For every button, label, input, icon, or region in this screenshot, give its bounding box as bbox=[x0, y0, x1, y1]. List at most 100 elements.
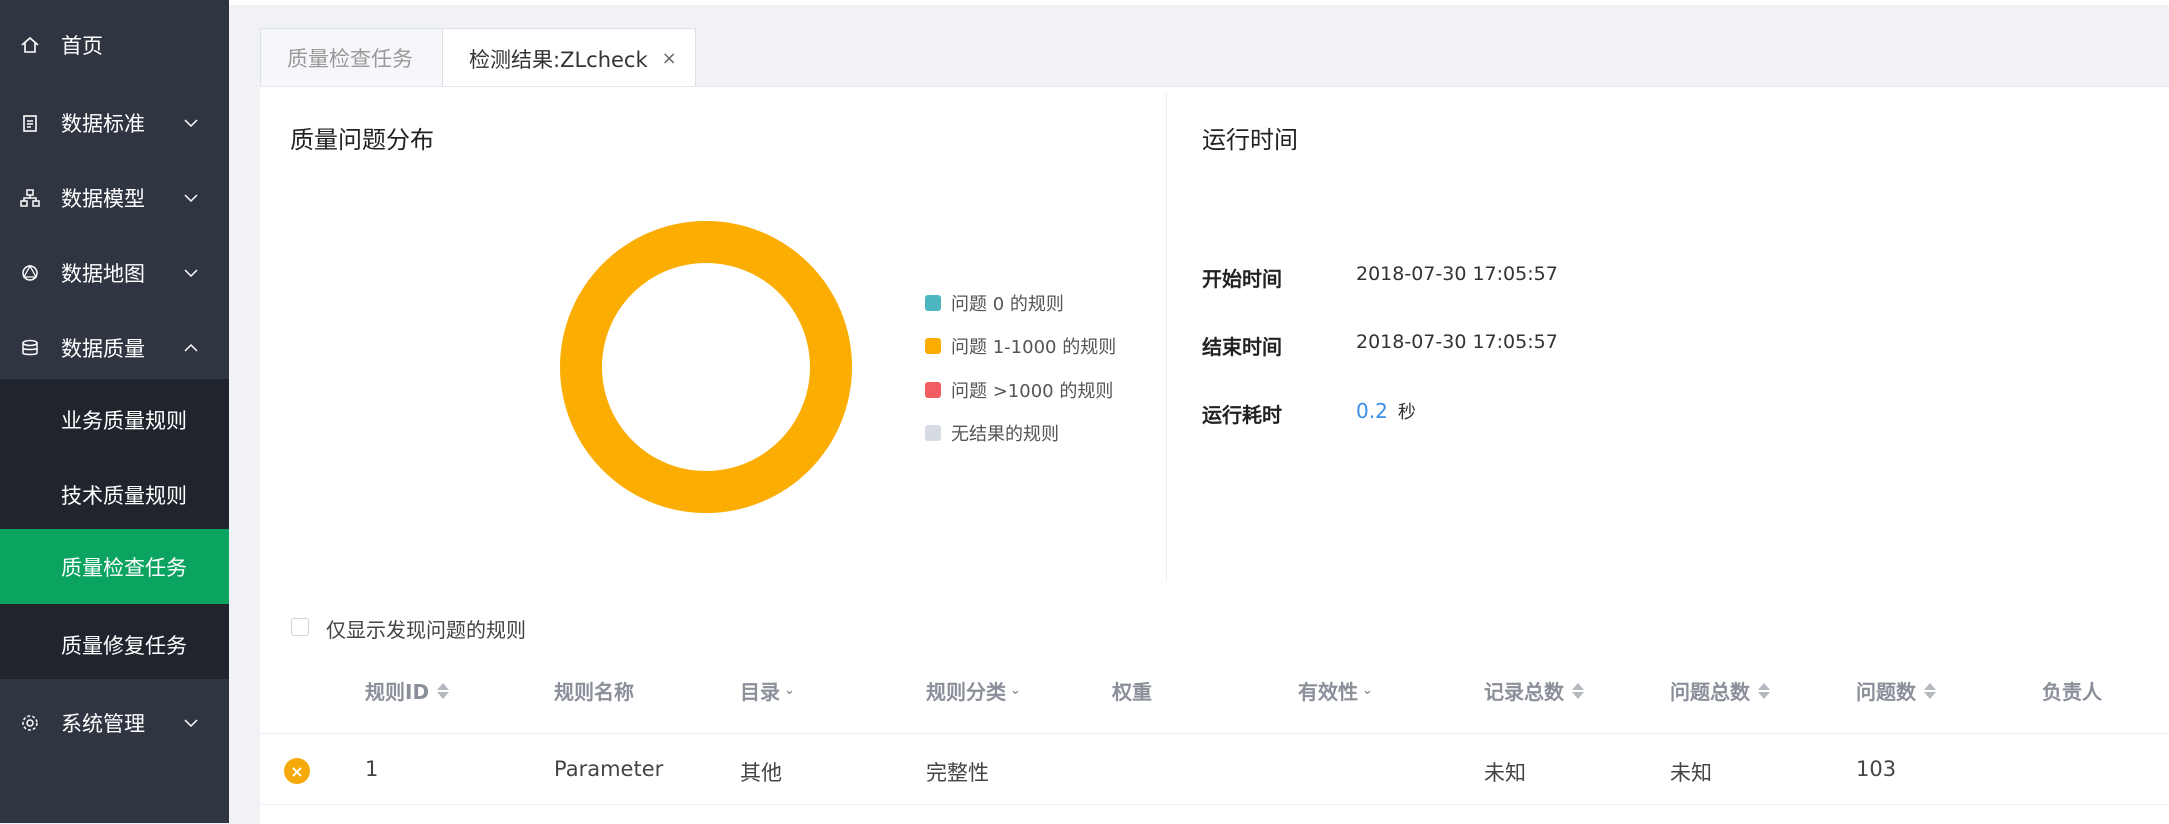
section-divider bbox=[1166, 92, 1167, 582]
chevron-down-icon bbox=[184, 194, 198, 203]
show-problem-rules-checkbox[interactable] bbox=[291, 618, 309, 636]
chevron-down-icon bbox=[184, 269, 198, 278]
result-card bbox=[260, 86, 2169, 824]
column-header-total-issues[interactable]: 问题总数 bbox=[1670, 676, 1770, 705]
end-time-label: 结束时间 bbox=[1202, 335, 1282, 359]
runtime-title: 运行时间 bbox=[1202, 126, 1298, 154]
column-header-label: 有效性 bbox=[1298, 680, 1358, 704]
tab-label: 检测结果:ZLcheck bbox=[469, 47, 648, 72]
end-time-value: 2018-07-30 17:05:57 bbox=[1356, 331, 1558, 353]
issue-distribution-donut-chart bbox=[560, 220, 852, 514]
column-header-label: 规则分类 bbox=[926, 680, 1006, 704]
column-header-rule-name: 规则名称 bbox=[554, 676, 634, 705]
duration-value: 0.2 秒 bbox=[1356, 398, 1416, 424]
show-problem-rules-label[interactable]: 仅显示发现问题的规则 bbox=[326, 614, 526, 643]
column-header-label: 记录总数 bbox=[1484, 680, 1564, 704]
table-row-divider bbox=[260, 804, 2169, 805]
legend-label: 问题 0 的规则 bbox=[951, 294, 1064, 315]
sidebar-subitem-label: 业务质量规则 bbox=[61, 408, 187, 433]
sidebar-subitem-quality-check-tasks[interactable]: 质量检查任务 bbox=[0, 529, 229, 604]
column-header-weight: 权重 bbox=[1112, 676, 1152, 705]
duration-label: 运行耗时 bbox=[1202, 403, 1282, 427]
legend-item[interactable]: 问题 1-1000 的规则 bbox=[925, 333, 1116, 359]
legend-label: 问题 1-1000 的规则 bbox=[951, 337, 1117, 358]
sidebar-subitem-business-rules[interactable]: 业务质量规则 bbox=[0, 382, 229, 457]
cell-issues: 103 bbox=[1856, 757, 1897, 781]
sidebar-subitem-technical-rules[interactable]: 技术质量规则 bbox=[0, 457, 229, 532]
sidebar-item-data-map[interactable]: 数据地图 bbox=[0, 236, 229, 310]
sort-icon[interactable] bbox=[1572, 682, 1584, 700]
cell-category: 完整性 bbox=[926, 761, 989, 785]
sort-icon[interactable] bbox=[437, 682, 450, 700]
gear-icon bbox=[19, 712, 41, 734]
legend-label: 问题 >1000 的规则 bbox=[951, 381, 1114, 402]
sidebar-item-home[interactable]: 首页 bbox=[0, 8, 229, 82]
column-header-owner: 负责人 bbox=[2042, 676, 2102, 705]
column-header-label: 负责人 bbox=[2042, 680, 2102, 704]
error-status-icon: × bbox=[284, 758, 310, 784]
sidebar-item-data-standard[interactable]: 数据标准 bbox=[0, 86, 229, 160]
column-header-label: 目录 bbox=[740, 680, 780, 704]
table-header-divider bbox=[260, 733, 2169, 734]
legend-swatch bbox=[925, 295, 941, 311]
legend-swatch bbox=[925, 338, 941, 354]
start-time-value: 2018-07-30 17:05:57 bbox=[1356, 263, 1558, 285]
column-header-rule-id[interactable]: 规则ID bbox=[365, 676, 450, 705]
chevron-down-icon bbox=[184, 119, 198, 128]
sort-icon[interactable] bbox=[1758, 682, 1770, 700]
sidebar-item-label: 数据质量 bbox=[61, 337, 145, 361]
chevron-down-icon[interactable]: ⌄ bbox=[1010, 683, 1021, 698]
column-header-label: 权重 bbox=[1112, 680, 1152, 704]
tab-label: 质量检查任务 bbox=[287, 46, 413, 71]
distribution-title: 质量问题分布 bbox=[290, 126, 434, 154]
legend-swatch bbox=[925, 425, 941, 441]
chevron-down-icon[interactable]: ⌄ bbox=[1362, 683, 1373, 698]
column-header-label: 规则ID bbox=[365, 680, 430, 704]
legend-item[interactable]: 无结果的规则 bbox=[925, 420, 1059, 446]
column-header-total-records[interactable]: 记录总数 bbox=[1484, 676, 1584, 705]
tab-check-result[interactable]: 检测结果:ZLcheck × bbox=[442, 28, 696, 88]
chevron-down-icon bbox=[184, 719, 198, 728]
sidebar-item-label: 首页 bbox=[61, 34, 103, 58]
donut-slice[interactable] bbox=[560, 220, 852, 514]
sidebar-subitem-quality-repair-tasks[interactable]: 质量修复任务 bbox=[0, 607, 229, 682]
column-header-issues[interactable]: 问题数 bbox=[1856, 676, 1936, 705]
column-header-validity[interactable]: 有效性 ⌄ bbox=[1298, 676, 1373, 705]
sidebar-item-data-quality[interactable]: 数据质量 bbox=[0, 311, 229, 385]
tab-quality-check-tasks[interactable]: 质量检查任务 bbox=[260, 28, 443, 86]
sidebar-subitem-label: 质量修复任务 bbox=[61, 633, 187, 658]
legend-item[interactable]: 问题 0 的规则 bbox=[925, 290, 1064, 316]
close-icon[interactable]: × bbox=[662, 48, 677, 69]
column-header-label: 规则名称 bbox=[554, 680, 634, 704]
map-network-icon bbox=[19, 262, 41, 284]
legend-label: 无结果的规则 bbox=[951, 424, 1059, 445]
column-header-catalog[interactable]: 目录 ⌄ bbox=[740, 676, 795, 705]
cell-total-issues: 未知 bbox=[1670, 761, 1712, 785]
home-icon bbox=[19, 34, 41, 56]
chevron-down-icon[interactable]: ⌄ bbox=[784, 683, 795, 698]
column-header-category[interactable]: 规则分类 ⌄ bbox=[926, 676, 1021, 705]
cell-rule-name: Parameter bbox=[554, 757, 664, 781]
clipboard-icon bbox=[19, 112, 41, 134]
sidebar-subitem-label: 质量检查任务 bbox=[61, 555, 187, 580]
column-header-label: 问题数 bbox=[1856, 680, 1916, 704]
cell-rule-id: 1 bbox=[365, 757, 379, 781]
sidebar-item-system-management[interactable]: 系统管理 bbox=[0, 686, 229, 760]
legend-swatch bbox=[925, 382, 941, 398]
database-icon bbox=[19, 337, 41, 359]
column-header-label: 问题总数 bbox=[1670, 680, 1750, 704]
top-strip bbox=[229, 0, 2169, 5]
sidebar-item-label: 数据模型 bbox=[61, 187, 145, 211]
duration-unit: 秒 bbox=[1397, 402, 1416, 423]
cell-total-records: 未知 bbox=[1484, 761, 1526, 785]
legend-item[interactable]: 问题 >1000 的规则 bbox=[925, 377, 1113, 403]
sidebar-item-label: 数据地图 bbox=[61, 262, 145, 286]
sidebar-item-label: 系统管理 bbox=[61, 712, 145, 736]
sort-icon[interactable] bbox=[1924, 682, 1936, 700]
hierarchy-icon bbox=[19, 187, 41, 209]
sidebar-item-data-model[interactable]: 数据模型 bbox=[0, 161, 229, 235]
sidebar-subitem-label: 技术质量规则 bbox=[61, 483, 187, 508]
sidebar-item-label: 数据标准 bbox=[61, 112, 145, 136]
sidebar: 首页 数据标准 数据模型 数据地图 数据质量 业务质量规则 技术质量规则 质量检… bbox=[0, 0, 229, 823]
chevron-up-icon bbox=[184, 343, 198, 352]
